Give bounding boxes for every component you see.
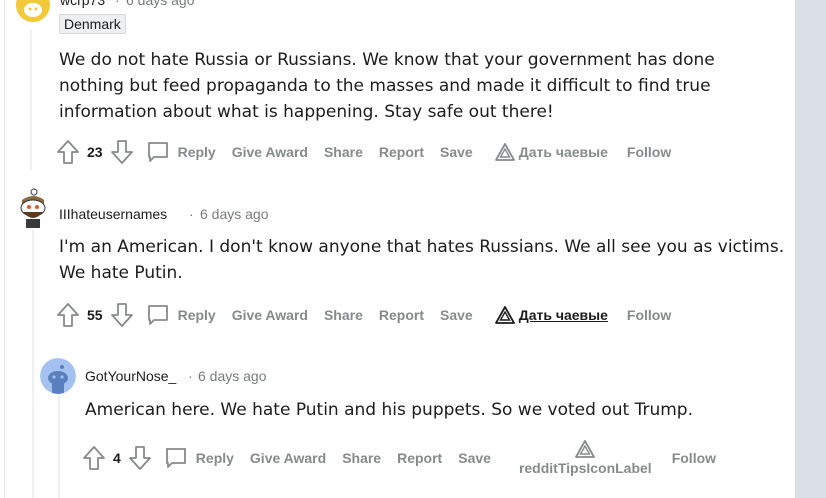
downvote-button[interactable] (110, 140, 134, 164)
give-award-label: Give Award (249, 450, 327, 466)
give-award-button[interactable]: Give Award (232, 144, 308, 160)
avatar[interactable] (40, 358, 76, 394)
user-flair: Denmark (59, 14, 126, 34)
comment-body-line: We do not hate Russia or Russians. We kn… (59, 50, 715, 70)
comment-body: I'm an American. I don't know anyone tha… (59, 234, 794, 286)
comment-timestamp[interactable]: 6 days ago (198, 368, 267, 384)
left-border (4, 0, 5, 498)
report-button[interactable]: Report (397, 450, 442, 466)
thread-line[interactable] (30, 30, 32, 170)
reply-label: Reply (177, 144, 216, 160)
tip-label: Дать чаевые (518, 307, 608, 323)
save-label: Save (458, 450, 491, 466)
comment-username[interactable]: GotYourNose_ (85, 368, 176, 384)
reply-button[interactable]: Reply (164, 446, 234, 470)
comment-body-line: nothing but feed propaganda to the masse… (59, 76, 711, 96)
downvote-button[interactable] (110, 303, 134, 327)
save-button[interactable]: Save (440, 307, 473, 323)
follow-button[interactable]: Follow (627, 144, 671, 160)
avatar[interactable] (16, 0, 50, 22)
share-label: Share (342, 450, 382, 466)
page-background-gutter (795, 0, 826, 498)
comment-timestamp[interactable]: 6 days ago (200, 206, 269, 222)
comment-body-line: I'm an American. I don't know anyone tha… (59, 237, 785, 257)
comment-action-bar: 55 Reply Give Award Share Report Save Да… (56, 300, 671, 330)
follow-button[interactable]: Follow (627, 307, 671, 323)
upvote-button[interactable] (56, 140, 80, 164)
comment-timestamp[interactable]: 6 days ago (126, 0, 195, 8)
follow-label: Follow (671, 450, 717, 466)
give-award-label: Give Award (231, 144, 308, 160)
share-button[interactable]: Share (324, 307, 363, 323)
tip-button[interactable]: Дать чаевые (494, 143, 608, 161)
downvote-button[interactable] (128, 446, 152, 470)
speech-bubble-icon (147, 142, 168, 162)
comment-body-line: information about what is happening. Sta… (59, 102, 554, 122)
comment-action-bar: 4 Reply Give Award Share Report Save red… (82, 438, 716, 478)
downvote-arrow-icon (128, 446, 151, 470)
tip-button[interactable]: redditTipsIconLabel (519, 438, 652, 478)
give-award-button[interactable]: Give Award (250, 450, 326, 466)
tip-label: Дать чаевые (518, 144, 608, 160)
downvote-arrow-icon (110, 303, 133, 327)
triangle-tips-icon (494, 143, 515, 161)
share-button[interactable]: Share (342, 450, 381, 466)
comments-panel: wcrp73 · 6 days ago Denmark We do not ha… (0, 0, 795, 498)
triangle-tips-icon (575, 440, 596, 458)
comment-username[interactable]: IIIhateusernames (59, 206, 167, 222)
speech-bubble-icon (147, 305, 168, 325)
comment-action-bar: 23 Reply Give Award Share Report Save Да… (56, 137, 671, 167)
upvote-arrow-icon (57, 140, 79, 164)
give-award-button[interactable]: Give Award (232, 307, 308, 323)
speech-bubble-icon (165, 448, 186, 468)
follow-button[interactable]: Follow (672, 450, 716, 466)
separator-dot: · (189, 206, 194, 222)
report-button[interactable]: Report (379, 144, 424, 160)
separator-dot: · (188, 368, 193, 384)
share-label: Share (323, 144, 363, 160)
reply-label: Reply (195, 450, 234, 466)
report-label: Report (378, 307, 425, 323)
follow-label: Follow (626, 307, 672, 323)
snoo-avatar-icon (16, 0, 50, 22)
comment-username[interactable]: wcrp73 (60, 0, 105, 8)
separator-dot: · (115, 0, 120, 8)
tip-label: redditTipsIconLabel (518, 460, 652, 476)
snoo-avatar-icon (20, 188, 46, 228)
report-button[interactable]: Report (379, 307, 424, 323)
save-button[interactable]: Save (458, 450, 491, 466)
snoo-avatar-icon (40, 358, 76, 394)
downvote-arrow-icon (110, 140, 133, 164)
comment-body: We do not hate Russia or Russians. We kn… (59, 47, 779, 125)
reply-button[interactable]: Reply (146, 303, 216, 327)
report-label: Report (397, 450, 443, 466)
comment-body: American here. We hate Putin and his pup… (85, 397, 785, 423)
share-label: Share (323, 307, 363, 323)
follow-label: Follow (626, 144, 672, 160)
upvote-arrow-icon (57, 303, 79, 327)
vote-score: 23 (87, 144, 103, 160)
share-button[interactable]: Share (324, 144, 363, 160)
reply-label: Reply (177, 307, 216, 323)
give-award-label: Give Award (231, 307, 308, 323)
comment-body-line: American here. We hate Putin and his pup… (85, 400, 693, 420)
upvote-button[interactable] (82, 446, 106, 470)
comment-body-line: We hate Putin. (59, 263, 183, 283)
avatar[interactable] (14, 186, 50, 230)
triangle-tips-icon (494, 306, 515, 324)
reply-button[interactable]: Reply (146, 140, 216, 164)
report-label: Report (378, 144, 425, 160)
tip-button[interactable]: Дать чаевые (494, 306, 608, 324)
upvote-arrow-icon (83, 446, 105, 470)
thread-line[interactable] (58, 392, 60, 498)
save-label: Save (440, 144, 473, 160)
thread-line[interactable] (32, 230, 34, 498)
upvote-button[interactable] (56, 303, 80, 327)
save-label: Save (440, 307, 473, 323)
save-button[interactable]: Save (440, 144, 473, 160)
vote-score: 55 (87, 307, 103, 323)
vote-score: 4 (113, 450, 121, 466)
